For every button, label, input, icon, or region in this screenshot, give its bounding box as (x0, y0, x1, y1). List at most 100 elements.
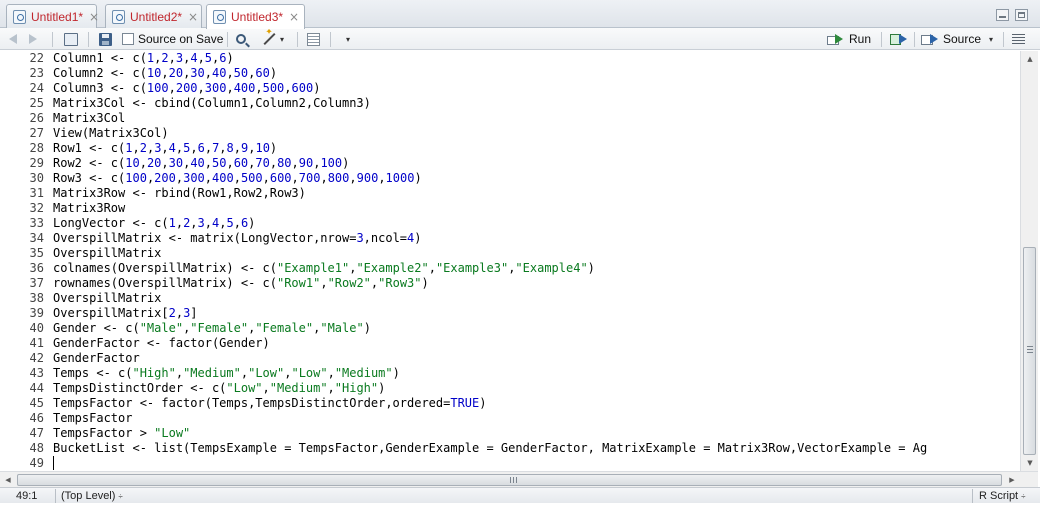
line-number: 27 (29, 126, 44, 140)
code-string-token: "High" (132, 366, 176, 380)
file-type-selector[interactable]: R Script ÷ (979, 489, 1026, 503)
code-number-token: 60 (233, 156, 249, 170)
code-line[interactable]: OverspillMatrix <- matrix(LongVector,nro… (53, 231, 927, 246)
source-icon (921, 33, 939, 45)
code-string-token: "Row2" (327, 276, 371, 290)
code-token: ) (248, 216, 256, 230)
code-line[interactable]: Row3 <- c(100,200,300,400,500,600,700,80… (53, 171, 927, 186)
minimize-pane-icon[interactable] (996, 9, 1009, 21)
code-line[interactable]: OverspillMatrix (53, 246, 927, 261)
scope-selector[interactable]: (Top Level) ÷ (61, 489, 123, 503)
code-token: OverspillMatrix <- matrix(LongVector,nro… (53, 231, 357, 245)
code-token: ) (421, 276, 429, 290)
code-line[interactable]: Row1 <- c(1,2,3,4,5,6,7,8,9,10) (53, 141, 927, 156)
code-token: , (262, 381, 270, 395)
code-number-token: 400 (233, 81, 256, 95)
vertical-scrollbar[interactable]: ▲ ▼ (1020, 51, 1038, 471)
close-icon[interactable]: × (289, 10, 299, 24)
line-number: 34 (29, 231, 44, 245)
code-line[interactable]: Column3 <- c(100,200,300,400,500,600) (53, 81, 927, 96)
maximize-pane-icon[interactable] (1015, 9, 1028, 21)
code-line[interactable]: Matrix3Row <- rbind(Row1,Row2,Row3) (53, 186, 927, 201)
code-line[interactable]: OverspillMatrix (53, 291, 927, 306)
code-line[interactable]: Matrix3Col <- cbind(Column1,Column2,Colu… (53, 96, 927, 111)
code-token: , (226, 81, 234, 95)
code-line[interactable]: Matrix3Col (53, 111, 927, 126)
scroll-right-icon[interactable]: ▶ (1004, 472, 1020, 488)
code-token: , (291, 171, 299, 185)
tab-untitled1[interactable]: Untitled1* × (6, 4, 99, 29)
close-icon[interactable]: × (89, 10, 99, 24)
code-line[interactable]: TempsDistinctOrder <- c("Low","Medium","… (53, 381, 927, 396)
tab-untitled3[interactable]: Untitled3* × (206, 4, 305, 29)
code-line[interactable]: Temps <- c("High","Medium","Low","Low","… (53, 366, 927, 381)
scroll-down-icon[interactable]: ▼ (1021, 455, 1039, 471)
code-line[interactable]: TempsFactor > "Low" (53, 426, 927, 441)
grip-icon (1027, 346, 1033, 353)
code-line[interactable]: Column1 <- c(1,2,3,4,5,6) (53, 51, 927, 66)
code-token: View(Matrix3Col) (53, 126, 169, 140)
code-line[interactable]: OverspillMatrix[2,3] (53, 306, 927, 321)
code-line[interactable]: TempsFactor (53, 411, 927, 426)
code-number-token: 30 (168, 156, 184, 170)
code-area[interactable]: Column1 <- c(1,2,3,4,5,6) Column2 <- c(10… (53, 51, 927, 471)
source-on-save-checkbox[interactable] (122, 33, 134, 45)
code-line[interactable]: LongVector <- c(1,2,3,4,5,6) (53, 216, 927, 231)
code-line[interactable]: Column2 <- c(10,20,30,40,50,60) (53, 66, 927, 81)
code-line[interactable]: GenderFactor <- factor(Gender) (53, 336, 927, 351)
line-number: 30 (29, 171, 44, 185)
close-icon[interactable]: × (188, 10, 198, 24)
line-number: 46 (29, 411, 44, 425)
source-button[interactable]: Source ▾ (921, 31, 993, 47)
tab-label: Untitled3* (231, 10, 284, 24)
back-button[interactable] (9, 31, 17, 47)
scroll-left-icon[interactable]: ◀ (0, 472, 16, 488)
source-on-save-toggle[interactable]: Source on Save (122, 31, 223, 47)
show-in-window-button[interactable] (64, 31, 78, 47)
compile-report-button[interactable] (307, 31, 320, 47)
code-string-token: "Row1" (276, 276, 321, 290)
code-line[interactable]: BucketList <- list(TempsExample = TempsF… (53, 441, 927, 456)
code-line[interactable]: Gender <- c("Male","Female","Female","Ma… (53, 321, 927, 336)
code-line[interactable]: Matrix3Row (53, 201, 927, 216)
code-number-token: 4 (168, 141, 176, 155)
code-string-token: "Low" (291, 366, 328, 380)
code-line[interactable]: Row2 <- c(10,20,30,40,50,60,70,80,90,100… (53, 156, 927, 171)
toolbar-divider (88, 32, 89, 47)
code-line[interactable]: TempsFactor <- factor(Temps,TempsDistinc… (53, 396, 927, 411)
tab-untitled2[interactable]: Untitled2* × (105, 4, 202, 29)
save-button[interactable] (99, 31, 112, 47)
status-divider (972, 489, 973, 503)
code-number-token: 100 (146, 81, 169, 95)
code-token: ) (414, 231, 422, 245)
line-number: 32 (29, 201, 44, 215)
code-number-token: 20 (146, 156, 162, 170)
rerun-button[interactable] (890, 31, 910, 47)
back-arrow-icon (9, 34, 17, 44)
find-replace-button[interactable] (236, 31, 246, 47)
code-number-token: 500 (240, 171, 263, 185)
code-editor[interactable]: 22 23 24 25 26 27 28 29 30 31 32 33 34 35 36 37 38 39 40 41… (0, 51, 1020, 471)
source-on-save-label: Source on Save (138, 32, 224, 46)
code-tools-button[interactable]: ▾ (262, 31, 284, 47)
more-options-button[interactable]: ▾ (343, 31, 350, 47)
code-line[interactable]: View(Matrix3Col) (53, 126, 927, 141)
forward-button[interactable] (29, 31, 37, 47)
line-number: 25 (29, 96, 44, 110)
horizontal-scroll-thumb[interactable] (17, 474, 1002, 486)
code-token: , (168, 51, 176, 65)
code-number-token: 10 (255, 141, 270, 155)
code-line[interactable] (53, 456, 927, 471)
code-line[interactable]: colnames(OverspillMatrix) <- c("Example1… (53, 261, 927, 276)
code-line[interactable]: GenderFactor (53, 351, 927, 366)
document-outline-button[interactable] (1012, 31, 1025, 47)
horizontal-scrollbar[interactable]: ◀ ▶ (0, 471, 1038, 487)
line-number: 43 (29, 366, 44, 380)
run-button[interactable]: Run (827, 31, 871, 47)
cursor-position: 49:1 (16, 490, 38, 502)
code-line[interactable]: rownames(OverspillMatrix) <- c("Row1","R… (53, 276, 927, 291)
vertical-scroll-thumb[interactable] (1023, 247, 1036, 455)
code-number-token: 200 (154, 171, 176, 185)
outline-icon (1012, 33, 1025, 45)
scroll-up-icon[interactable]: ▲ (1021, 51, 1039, 67)
